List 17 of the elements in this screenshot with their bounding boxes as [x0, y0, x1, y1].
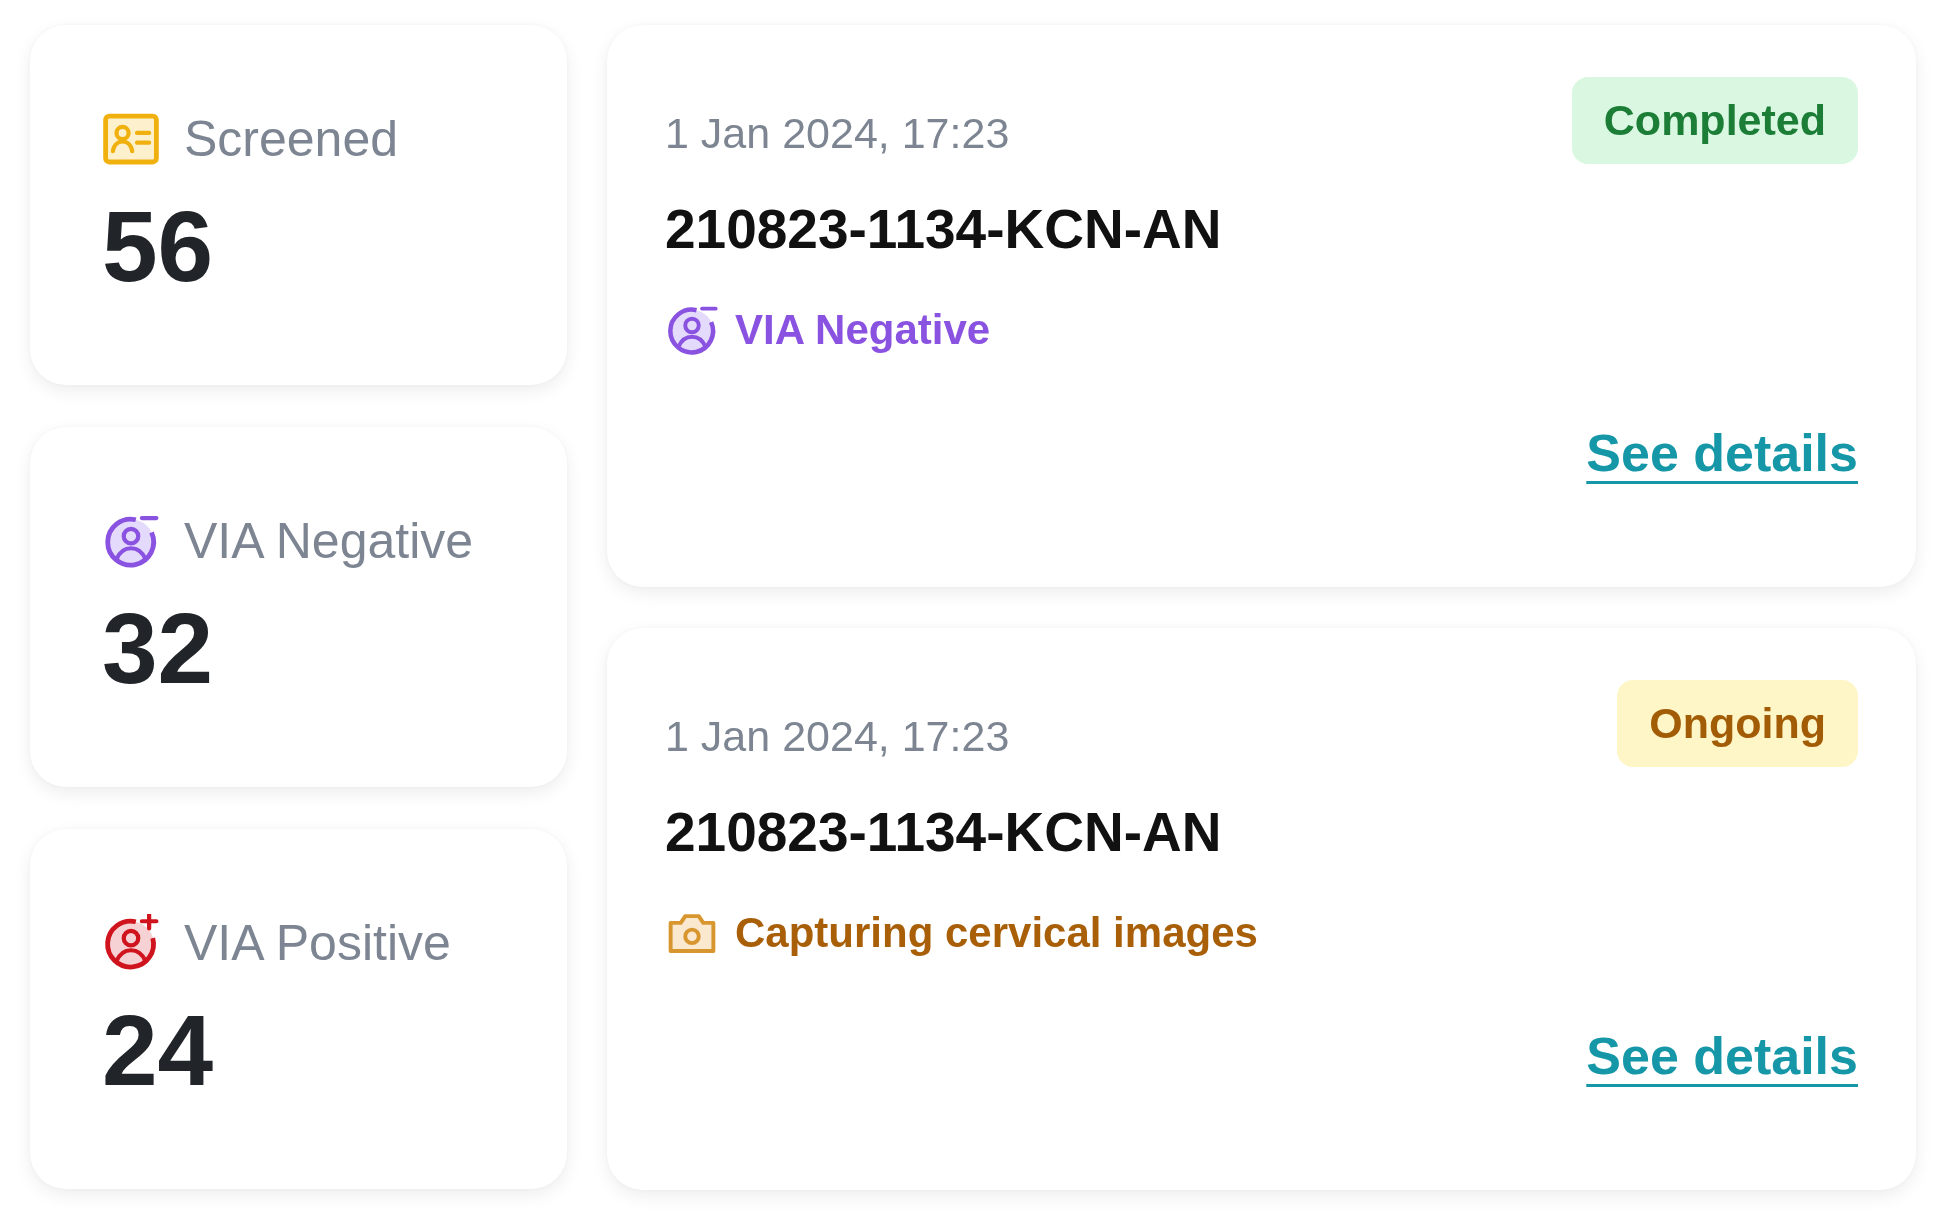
stat-label: VIA Negative [184, 516, 474, 566]
status-badge: Completed [1571, 77, 1858, 164]
result-text: Capturing cervical images [735, 908, 1258, 958]
stat-label: VIA Positive [184, 918, 451, 968]
stat-value: 32 [102, 598, 215, 698]
screening-id: 210823-1134-KCN-AN [665, 799, 1223, 865]
stat-label: Screened [184, 114, 399, 164]
result-text: VIA Negative [735, 305, 991, 355]
see-details-link[interactable]: See details [1586, 414, 1858, 492]
user-plus-icon [102, 914, 160, 972]
see-details-link[interactable]: See details [1586, 1017, 1858, 1095]
stat-value: 56 [102, 196, 215, 296]
date-text: 1 Jan 2024, 17:23 [665, 711, 1010, 762]
screening-id: 210823-1134-KCN-AN [665, 196, 1223, 262]
status-badge: Ongoing [1617, 680, 1858, 767]
date-text: 1 Jan 2024, 17:23 [665, 108, 1010, 159]
stat-value: 24 [102, 1000, 215, 1100]
